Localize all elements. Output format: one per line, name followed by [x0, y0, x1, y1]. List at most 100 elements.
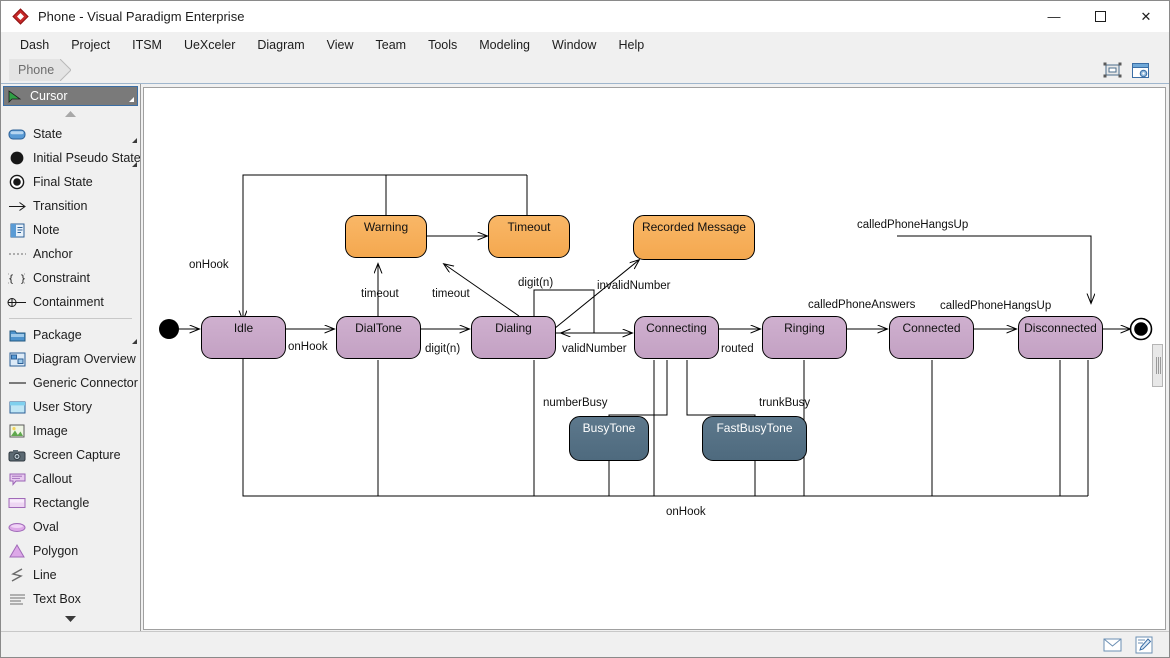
- filled-circle-icon: [7, 149, 27, 167]
- expand-corner-icon: [129, 97, 134, 102]
- close-button[interactable]: ✕: [1123, 1, 1169, 32]
- palette-item-label: Note: [33, 223, 59, 237]
- palette-item-screen-capture[interactable]: Screen Capture: [1, 443, 140, 467]
- state-label: Connected: [902, 321, 960, 335]
- state-fastbusytone[interactable]: FastBusyTone: [702, 416, 807, 461]
- fit-to-screen-icon[interactable]: [1101, 59, 1123, 81]
- state-warning[interactable]: Warning: [345, 215, 427, 258]
- palette-item-text-box[interactable]: Text Box: [1, 587, 140, 611]
- palette-item-label: Package: [33, 328, 82, 342]
- palette-item-state[interactable]: State: [1, 122, 140, 146]
- state-label: Warning: [364, 220, 408, 234]
- palette-item-rectangle[interactable]: Rectangle: [1, 491, 140, 515]
- transition-label-timeout-dialtone: timeout: [361, 288, 399, 300]
- menu-item-diagram[interactable]: Diagram: [246, 35, 315, 55]
- menu-item-help[interactable]: Help: [607, 35, 655, 55]
- expand-corner-icon: [132, 339, 137, 344]
- palette-item-cursor[interactable]: Cursor: [3, 86, 138, 106]
- cursor-arrow-icon: [4, 87, 24, 105]
- palette-item-transition[interactable]: Transition: [1, 194, 140, 218]
- state-dialtone[interactable]: DialTone: [336, 316, 421, 359]
- menu-item-modeling[interactable]: Modeling: [468, 35, 541, 55]
- transition-label-timeout-dialing: timeout: [432, 288, 470, 300]
- menu-item-tools[interactable]: Tools: [417, 35, 468, 55]
- transition-label-onhook-top: onHook: [189, 259, 229, 271]
- state-label: Timeout: [508, 220, 551, 234]
- scrollbar-grip: [1156, 357, 1157, 374]
- text-lines-icon: [7, 590, 27, 608]
- palette-item-label: Oval: [33, 520, 59, 534]
- palette-item-label: Final State: [33, 175, 93, 189]
- state-ringing[interactable]: Ringing: [762, 316, 847, 359]
- palette-item-final-state[interactable]: Final State: [1, 170, 140, 194]
- diagram-canvas-area: Idle DialTone Dialing Connecting Ringing…: [141, 84, 1169, 633]
- state-busytone[interactable]: BusyTone: [569, 416, 649, 461]
- menu-item-view[interactable]: View: [316, 35, 365, 55]
- palette-item-callout[interactable]: Callout: [1, 467, 140, 491]
- state-timeout[interactable]: Timeout: [488, 215, 570, 258]
- palette-item-initial-pseudo-state[interactable]: Initial Pseudo State: [1, 146, 140, 170]
- palette-item-label: Transition: [33, 199, 87, 213]
- visual-paradigm-diamond-icon: [12, 8, 29, 25]
- palette-item-oval[interactable]: Oval: [1, 515, 140, 539]
- state-label: Connecting: [646, 321, 707, 335]
- state-disconnected[interactable]: Disconnected: [1018, 316, 1103, 359]
- state-connecting[interactable]: Connecting: [634, 316, 719, 359]
- state-dialing[interactable]: Dialing: [471, 316, 556, 359]
- menu-item-window[interactable]: Window: [541, 35, 607, 55]
- palette-scroll-up-button[interactable]: [1, 106, 140, 122]
- folder-icon: [7, 326, 27, 344]
- palette-item-user-story[interactable]: User Story: [1, 395, 140, 419]
- menu-bar: Dash Project ITSM UeXceler Diagram View …: [1, 32, 1169, 57]
- zigzag-line-icon: [7, 566, 27, 584]
- mail-icon[interactable]: [1101, 634, 1123, 655]
- transition-label-onhook: onHook: [288, 341, 328, 353]
- triangle-icon: [7, 542, 27, 560]
- palette-scroll-down-button[interactable]: [1, 611, 140, 627]
- edit-note-icon[interactable]: [1133, 634, 1155, 655]
- state-connected[interactable]: Connected: [889, 316, 974, 359]
- state-idle[interactable]: Idle: [201, 316, 286, 359]
- state-machine-diagram[interactable]: Idle DialTone Dialing Connecting Ringing…: [143, 87, 1166, 630]
- containment-circle-plus-icon: [7, 293, 27, 311]
- status-bar-icons: [1101, 634, 1155, 655]
- menu-item-project[interactable]: Project: [60, 35, 121, 55]
- palette-item-label: Diagram Overview: [33, 352, 136, 366]
- palette-item-generic-connector[interactable]: Generic Connector: [1, 371, 140, 395]
- transition-label-calledphonehangsup-rm: calledPhoneHangsUp: [857, 219, 968, 231]
- diagram-properties-icon[interactable]: [1129, 59, 1151, 81]
- palette-item-label: Line: [33, 568, 57, 582]
- palette-item-note[interactable]: Note: [1, 218, 140, 242]
- window-title: Phone - Visual Paradigm Enterprise: [38, 9, 244, 24]
- palette-item-label: Generic Connector: [33, 376, 138, 390]
- state-label: Dialing: [495, 321, 532, 335]
- palette-item-containment[interactable]: Containment: [1, 290, 140, 314]
- callout-bubble-icon: [7, 470, 27, 488]
- palette-item-label: User Story: [33, 400, 92, 414]
- palette-item-diagram-overview[interactable]: Diagram Overview: [1, 347, 140, 371]
- menu-item-team[interactable]: Team: [365, 35, 418, 55]
- status-bar: [1, 631, 1169, 657]
- menu-item-dash[interactable]: Dash: [9, 35, 60, 55]
- diagram-toolbar: [1101, 59, 1151, 81]
- menu-item-itsm[interactable]: ITSM: [121, 35, 173, 55]
- window-controls: — ✕: [1031, 1, 1169, 32]
- state-recorded-message[interactable]: Recorded Message: [633, 215, 755, 260]
- maximize-button[interactable]: [1077, 1, 1123, 32]
- line-segment-icon: [7, 374, 27, 392]
- palette-item-label: Image: [33, 424, 68, 438]
- canvas-vertical-scrollbar[interactable]: [1152, 344, 1163, 387]
- menu-item-uexceler[interactable]: UeXceler: [173, 35, 246, 55]
- palette-item-constraint[interactable]: { } Constraint: [1, 266, 140, 290]
- oval-icon: [7, 518, 27, 536]
- palette-item-image[interactable]: Image: [1, 419, 140, 443]
- breadcrumb[interactable]: Phone: [9, 59, 60, 81]
- application-window: Phone - Visual Paradigm Enterprise — ✕ D…: [0, 0, 1170, 658]
- state-label: Disconnected: [1024, 321, 1097, 335]
- minimize-button[interactable]: —: [1031, 1, 1077, 32]
- palette-item-anchor[interactable]: Anchor: [1, 242, 140, 266]
- transition-label-validnumber: validNumber: [562, 343, 627, 355]
- palette-item-package[interactable]: Package: [1, 323, 140, 347]
- palette-item-polygon[interactable]: Polygon: [1, 539, 140, 563]
- palette-item-line[interactable]: Line: [1, 563, 140, 587]
